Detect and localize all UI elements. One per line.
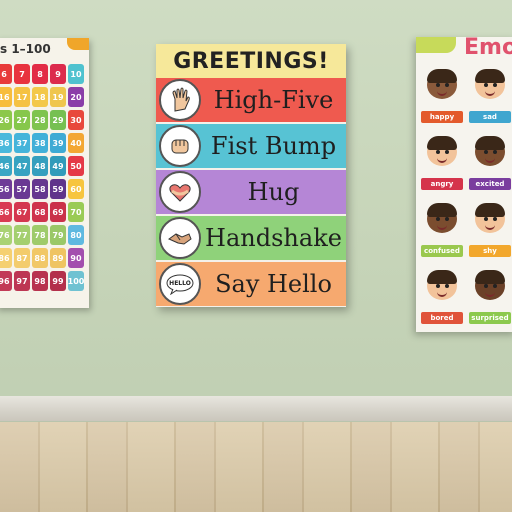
- number-tile: 67: [14, 202, 30, 222]
- number-tile: 78: [32, 225, 48, 245]
- number-tile: 48: [32, 156, 48, 176]
- number-tile: 16: [0, 87, 12, 107]
- numbers-poster: s 1–100 6 7 8 9 10 16 17 18 19 20 26 27 28 29 30 36 37 38…: [0, 38, 89, 308]
- greeting-row-say-hello: HELLO Say Hello: [156, 262, 346, 306]
- number-tile: 80: [68, 225, 84, 245]
- number-tile: 96: [0, 271, 12, 291]
- number-grid: 6 7 8 9 10 16 17 18 19 20 26 27 28 29 30 36 37 38 39 40 46 47…: [0, 64, 87, 291]
- handshake-icon: [159, 217, 201, 259]
- number-tile: 68: [32, 202, 48, 222]
- numbers-poster-badge: [67, 38, 89, 50]
- number-tile: 76: [0, 225, 12, 245]
- emotion-label: confused: [421, 245, 463, 257]
- hand-icon: [159, 79, 201, 121]
- greeting-row-handshake: Handshake: [156, 216, 346, 260]
- number-tile: 26: [0, 110, 12, 130]
- hug-icon: [159, 171, 201, 213]
- number-tile: 37: [14, 133, 30, 153]
- number-tile: 38: [32, 133, 48, 153]
- number-tile: 28: [32, 110, 48, 130]
- number-tile: 29: [50, 110, 66, 130]
- number-tile: 57: [14, 179, 30, 199]
- wood-floor: [0, 422, 512, 512]
- greeting-row-high-five: High-Five: [156, 78, 346, 122]
- greetings-poster: GREETINGS! High-Five Fist Bump Hug Hands…: [156, 44, 346, 307]
- number-tile: 49: [50, 156, 66, 176]
- emotion-label: angry: [421, 178, 463, 190]
- bubble-text: HELLO: [169, 279, 191, 287]
- number-tile: 10: [68, 64, 84, 84]
- emotion-label: bored: [421, 312, 463, 324]
- number-tile: 50: [68, 156, 84, 176]
- emotion-face: [424, 201, 460, 235]
- emotions-poster-title: Emo: [464, 37, 512, 60]
- greeting-row-hug: Hug: [156, 170, 346, 214]
- number-tile: 90: [68, 248, 84, 268]
- greeting-label: Fist Bump: [210, 132, 337, 160]
- emotion-label: shy: [469, 245, 511, 257]
- number-tile: 58: [32, 179, 48, 199]
- number-tile: 99: [50, 271, 66, 291]
- emotion-face: [424, 67, 460, 101]
- number-tile: 27: [14, 110, 30, 130]
- number-tile: 86: [0, 248, 12, 268]
- greeting-label: Say Hello: [215, 270, 332, 298]
- number-tile: 89: [50, 248, 66, 268]
- number-tile: 8: [32, 64, 48, 84]
- number-tile: 98: [32, 271, 48, 291]
- number-tile: 77: [14, 225, 30, 245]
- emotions-poster: Emo happy sad angry excited confused shy bored…: [416, 37, 512, 332]
- emotion-label: happy: [421, 111, 463, 123]
- emotions-poster-tab: [416, 37, 456, 53]
- number-tile: 66: [0, 202, 12, 222]
- emotion-label: excited: [469, 178, 511, 190]
- number-tile: 39: [50, 133, 66, 153]
- greetings-title: GREETINGS!: [156, 44, 346, 78]
- number-tile: 36: [0, 133, 12, 153]
- number-tile: 9: [50, 64, 66, 84]
- number-tile: 19: [50, 87, 66, 107]
- greeting-label: Hug: [247, 178, 300, 206]
- number-tile: 17: [14, 87, 30, 107]
- number-tile: 59: [50, 179, 66, 199]
- greeting-label: High-Five: [213, 86, 334, 114]
- number-tile: 79: [50, 225, 66, 245]
- emotion-label: sad: [469, 111, 511, 123]
- numbers-poster-title: s 1–100: [0, 42, 51, 56]
- emotion-face: [472, 134, 508, 168]
- emotion-label: surprised: [469, 312, 511, 324]
- emotion-face: [472, 268, 508, 302]
- number-tile: 46: [0, 156, 12, 176]
- speech-bubble-icon: HELLO: [159, 263, 201, 305]
- number-tile: 18: [32, 87, 48, 107]
- number-tile: 7: [14, 64, 30, 84]
- emotion-face: [424, 268, 460, 302]
- emotion-face: [424, 134, 460, 168]
- number-tile: 87: [14, 248, 30, 268]
- greeting-row-fist-bump: Fist Bump: [156, 124, 346, 168]
- number-tile: 20: [68, 87, 84, 107]
- number-tile: 40: [68, 133, 84, 153]
- emotion-face: [472, 201, 508, 235]
- number-tile: 88: [32, 248, 48, 268]
- number-tile: 70: [68, 202, 84, 222]
- fist-icon: [159, 125, 201, 167]
- baseboard: [0, 396, 512, 422]
- number-tile: 60: [68, 179, 84, 199]
- number-tile: 97: [14, 271, 30, 291]
- number-tile: 47: [14, 156, 30, 176]
- number-tile: 6: [0, 64, 12, 84]
- number-tile: 30: [68, 110, 84, 130]
- number-tile: 100: [68, 271, 84, 291]
- emotion-face: [472, 67, 508, 101]
- number-tile: 69: [50, 202, 66, 222]
- greeting-label: Handshake: [205, 224, 342, 252]
- number-tile: 56: [0, 179, 12, 199]
